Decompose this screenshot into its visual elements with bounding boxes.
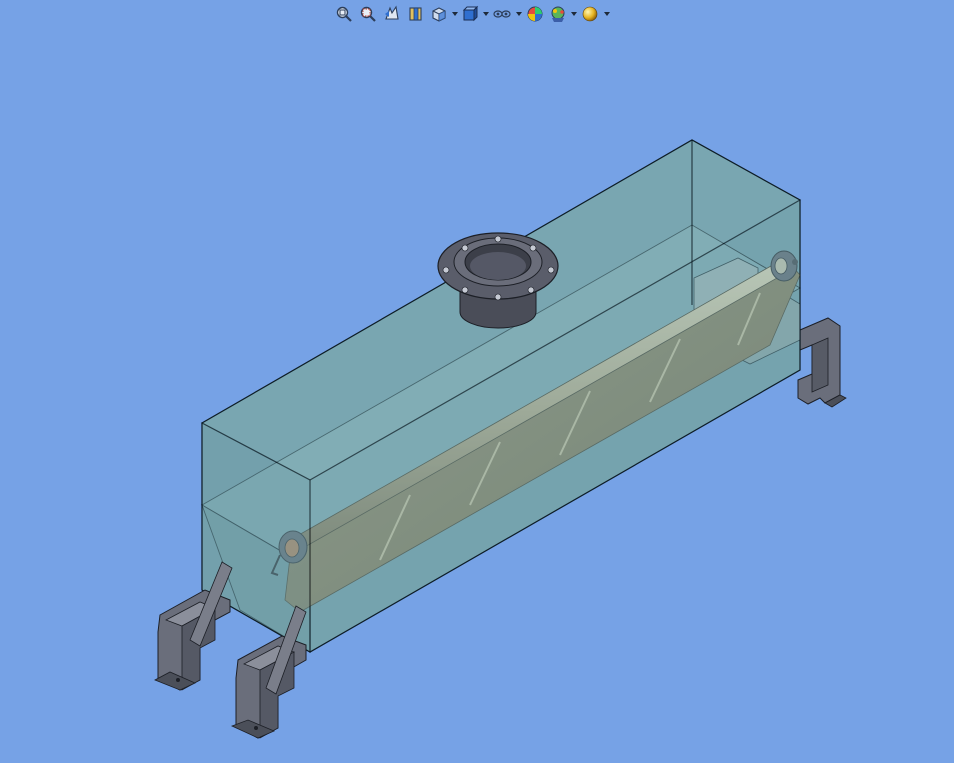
tank-glass-front[interactable] <box>200 139 802 654</box>
graphics-viewport[interactable] <box>0 0 954 763</box>
support-bracket-front-left[interactable] <box>154 561 233 691</box>
model-3d-view[interactable] <box>0 0 954 763</box>
support-bracket-back-right[interactable] <box>797 317 847 408</box>
